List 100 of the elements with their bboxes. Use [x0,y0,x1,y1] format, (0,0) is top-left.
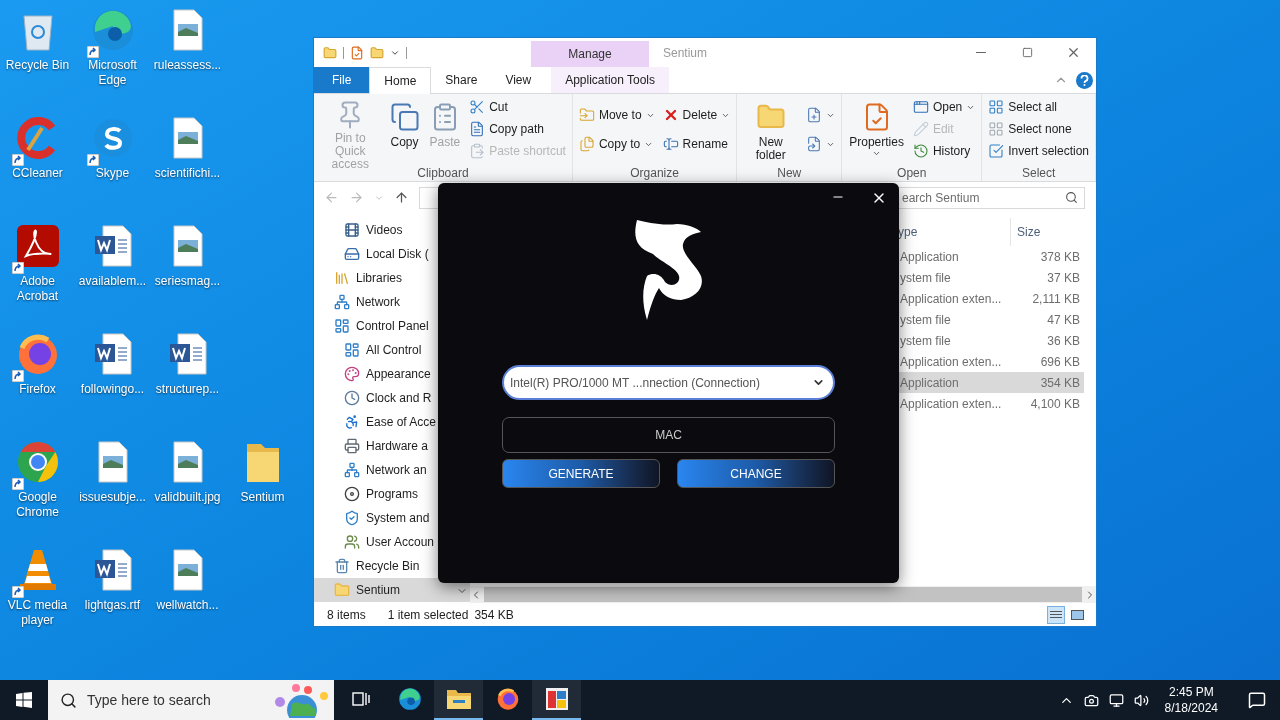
edit-icon [912,121,929,137]
nav-item[interactable]: Recycle Bin [314,554,470,578]
file-row[interactable]: Application 354 KB [898,372,1084,393]
mac-field[interactable]: MAC [502,417,835,453]
taskbar-button[interactable] [434,680,483,720]
ribbon-tab[interactable]: Home [369,67,432,94]
taskbar-button[interactable] [532,680,581,720]
camera-icon[interactable] [1083,692,1099,708]
file-row[interactable]: ystem file 37 KB [898,267,1084,288]
maximize-icon [1021,47,1033,58]
ribbon-button[interactable]: Select all [986,96,1091,118]
nav-item[interactable]: All Control [314,338,470,362]
ribbon-button[interactable]: New folder [741,96,801,168]
file-row[interactable]: Application exten... 696 KB [898,351,1084,372]
copy-path-icon [469,121,486,137]
nav-item[interactable]: Videos [314,218,470,242]
horizontal-scrollbar[interactable] [470,586,1096,603]
ease-icon [344,414,360,430]
properties-icon[interactable] [350,45,364,60]
desktop-icon-label[interactable]: structurep... [150,382,225,397]
selection-size: 354 KB [474,606,514,624]
ribbon-group-label: Clipboard [416,166,470,180]
ribbon-button[interactable]: Copy path [467,118,568,140]
size-cell-text: 4,100 KB [1029,395,1081,413]
file-row[interactable]: Application exten... 2,111 KB [898,288,1084,309]
ribbon-button[interactable]: Select none [986,118,1091,140]
network-icon[interactable] [1108,692,1124,708]
cut-icon [469,99,486,115]
desktop-icon-label[interactable]: followingo... [75,382,150,397]
nav-item[interactable]: Network [314,290,470,314]
file-row[interactable]: ystem file 36 KB [898,330,1084,351]
action-button[interactable]: GENERATE [502,459,660,488]
paste-shortcut-icon [469,143,486,159]
desktop-icon-label[interactable]: issuesubje... [75,490,150,505]
ribbon-button[interactable]: Copy to [576,133,657,155]
selection-count: 1 item selected [387,606,469,624]
ribbon-button[interactable]: Copy [386,96,423,168]
nav-item[interactable]: Programs [314,482,470,506]
desktop-icon-label[interactable]: Google Chrome [0,490,75,520]
ribbon-button[interactable]: Rename [660,133,733,155]
clock[interactable]: 2:45 PM 8/18/2024 [1158,684,1224,716]
nav-item[interactable]: Appearance [314,362,470,386]
nav-item[interactable]: Libraries [314,266,470,290]
help-icon[interactable] [1076,71,1093,89]
volume-icon[interactable] [1133,692,1149,708]
copy-to-icon [578,136,595,152]
ribbon-group-label: New [776,166,803,180]
ribbon-tab[interactable]: Share [431,67,492,93]
size-cell-text: 2,111 KB [1031,290,1081,308]
type-cell-text: Application [899,374,960,392]
nav-item[interactable]: Clock and R [314,386,470,410]
ribbon-button[interactable]: Properties [846,96,907,168]
easy-access-icon [806,136,823,152]
shortcut-arrow-icon [11,154,24,166]
nav-item[interactable]: User Accoun [314,530,470,554]
nav-item[interactable]: Control Panel [314,314,470,338]
ribbon-button[interactable]: Move to [576,104,657,126]
adapter-dropdown[interactable]: Intel(R) PRO/1000 MT ...nnection (Connection) [502,365,835,400]
network-icon [334,294,350,310]
ribbon-button[interactable]: Open [910,96,978,118]
search-icon [60,691,77,709]
ribbon-button[interactable]: Invert selection [986,140,1091,162]
videos-icon [344,222,360,238]
desktop-icon-label[interactable]: wellwatch... [150,598,225,613]
ribbon-tab[interactable]: Application Tools [551,67,670,93]
type-cell-text: Application exten... [899,395,1003,413]
notifications-icon[interactable] [1248,691,1266,709]
shortcut-arrow-icon [11,370,24,382]
nav-item[interactable]: Sentium [314,578,470,602]
search-icon [1065,191,1078,204]
ribbon-tab[interactable]: File [314,67,370,93]
nav-item[interactable]: Ease of Acce [314,410,470,434]
type-cell-text: Application exten... [899,290,1003,308]
ribbon-tab[interactable]: View [491,67,546,93]
desktop-icon-label[interactable]: Sentium [225,490,300,505]
nav-item[interactable]: System and [314,506,470,530]
nav-item[interactable]: Network an [314,458,470,482]
desktop-icon-label[interactable]: VLC media player [0,598,75,628]
file-row[interactable]: Application 378 KB [898,246,1084,267]
edge-icon [396,686,423,712]
details-view-icon[interactable] [1047,605,1065,624]
desktop-icon-label[interactable]: validbuilt.jpg [150,490,225,505]
size-cell-text: 354 KB [1039,374,1081,392]
column-header[interactable]: Size [1011,223,1041,241]
ribbon-button[interactable]: Cut [467,96,568,118]
nav-item[interactable]: Local Disk ( [314,242,470,266]
rename-icon [662,136,679,152]
history-icon [912,143,929,159]
taskbar-search-field[interactable]: Type here to search [48,680,334,720]
up-icon[interactable] [394,190,409,205]
file-row[interactable]: ystem file 47 KB [898,309,1084,330]
ribbon-button[interactable]: Delete [660,104,733,126]
nav-item[interactable]: Hardware a [314,434,470,458]
ribbon-button[interactable]: History [910,140,978,162]
file-row[interactable]: Application exten... 4,100 KB [898,393,1084,414]
item-count: 8 items [327,606,366,624]
action-button[interactable]: CHANGE [677,459,835,488]
new-item-icon [806,107,823,123]
select-all-icon [988,99,1005,115]
desktop-icon-label[interactable]: lightgas.rtf [75,598,150,613]
